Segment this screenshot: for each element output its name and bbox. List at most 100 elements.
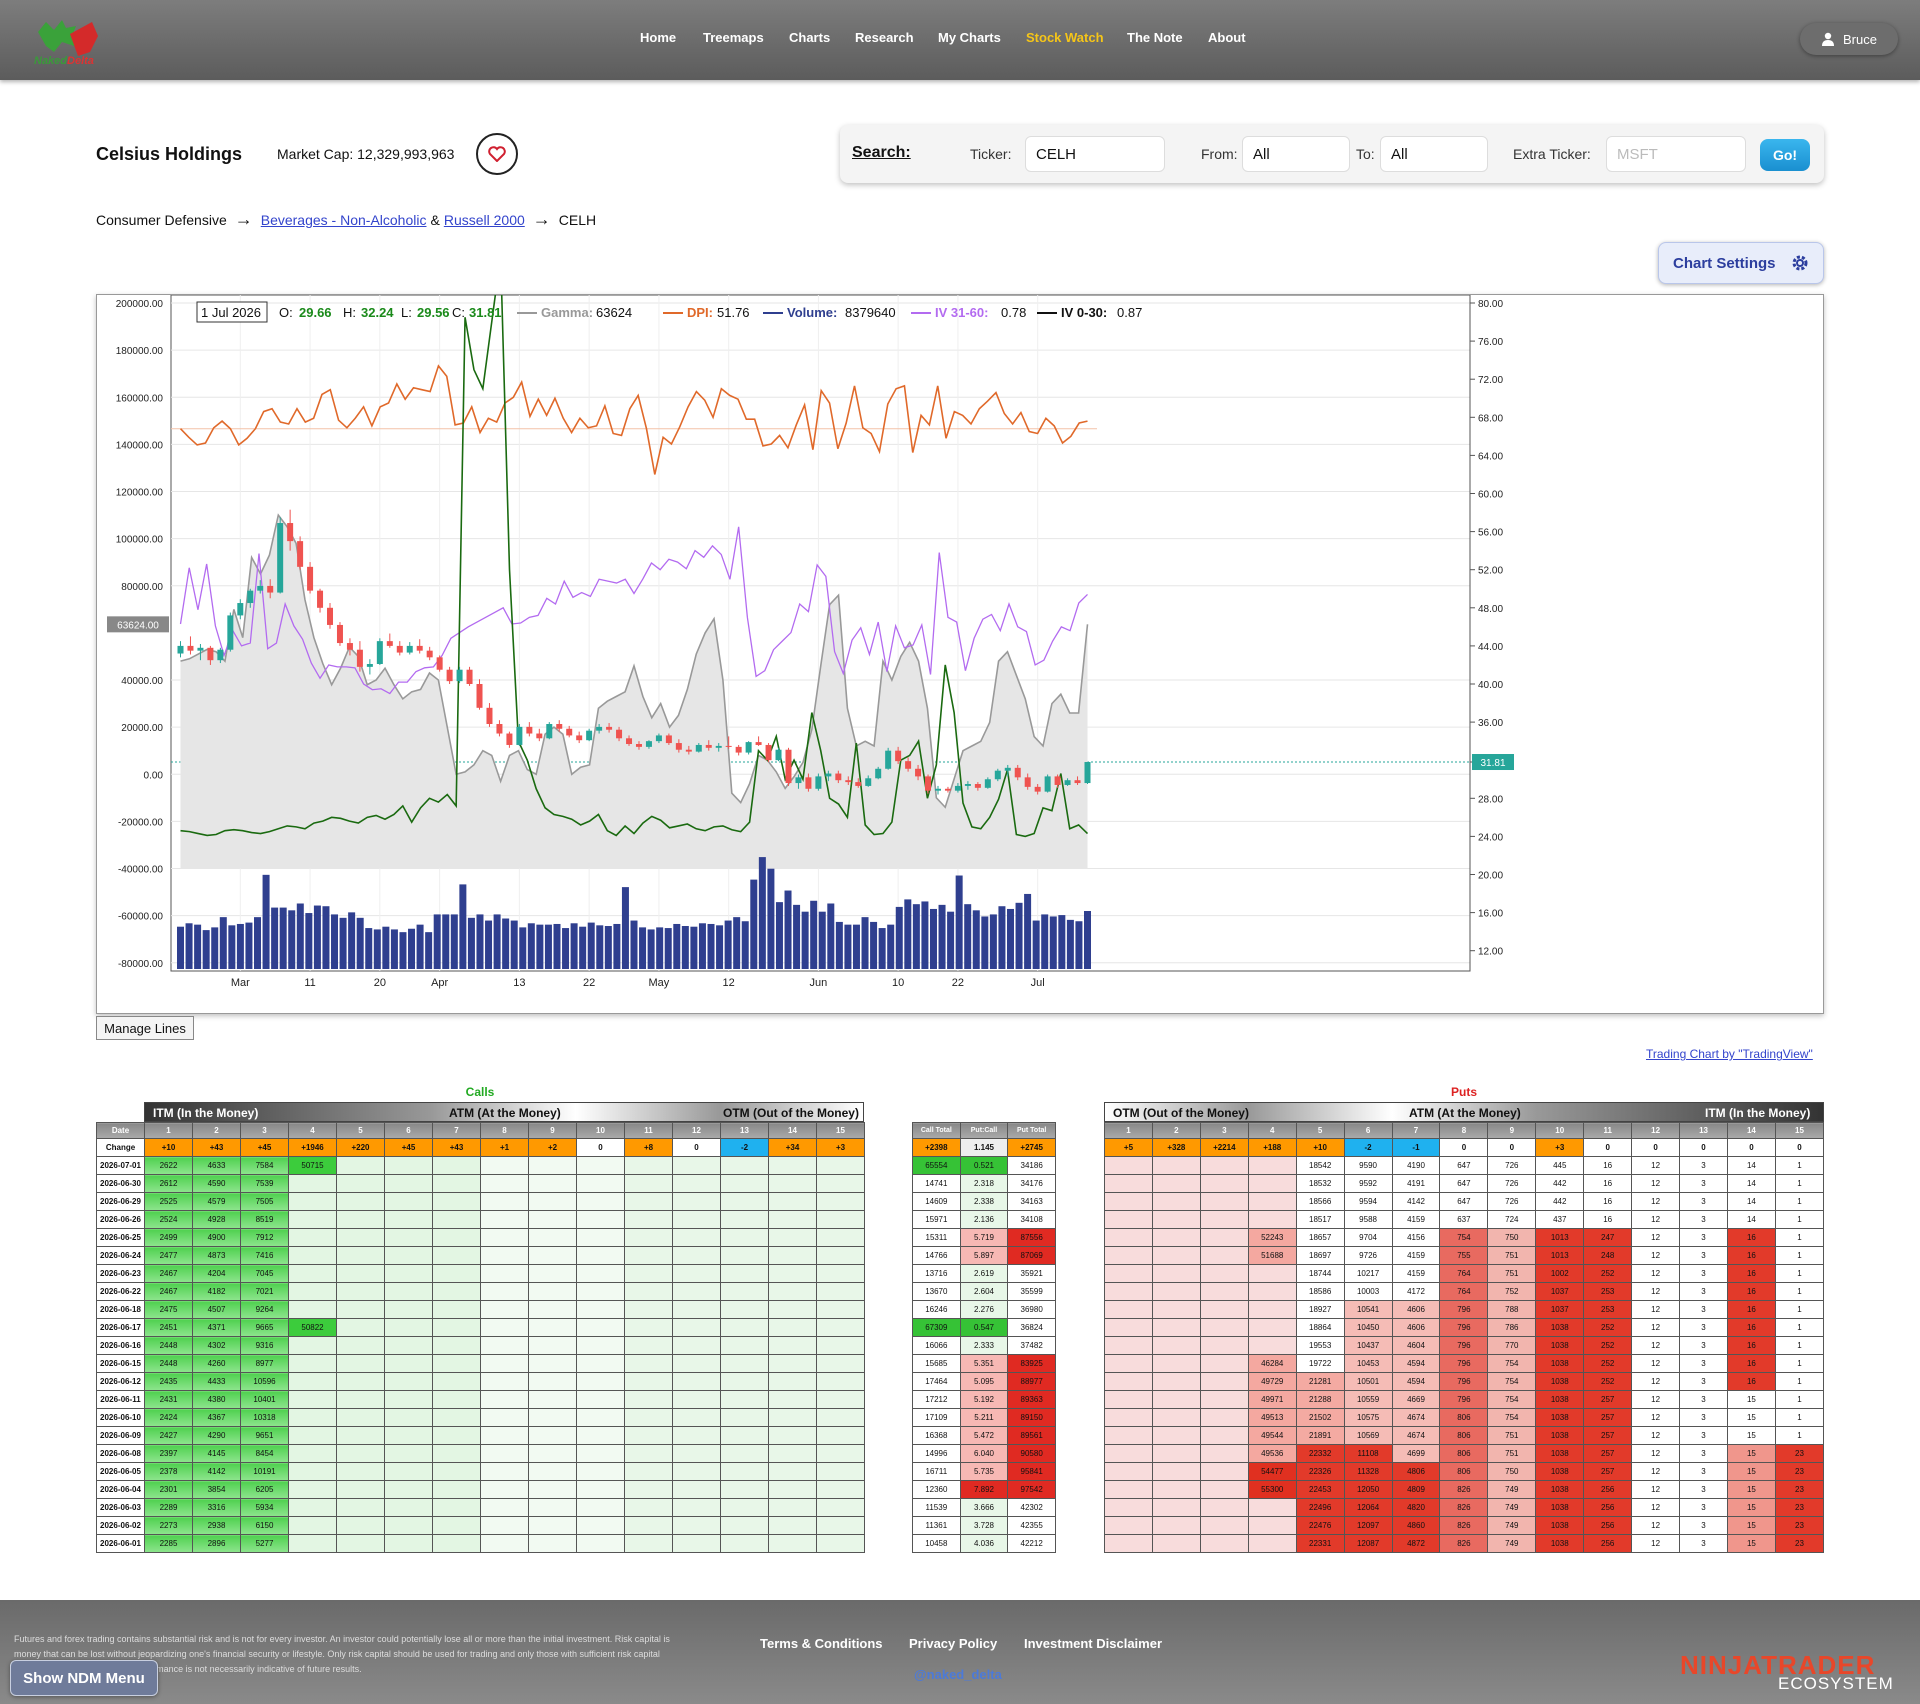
totals-table-row[interactable]: 67309 0.547 36824 [912, 1318, 1056, 1337]
calls-table-row[interactable]: 2026-06-30 2612 4590 7539 [96, 1174, 865, 1193]
from-input[interactable] [1242, 136, 1350, 172]
totals-table-row[interactable]: 15311 5.719 87556 [912, 1228, 1056, 1247]
totals-table-row[interactable]: 13670 2.604 35599 [912, 1282, 1056, 1301]
puts-table-row[interactable]: 49544 21891 10569 4674 806 751 1038 257 12 3 15 1 [1104, 1426, 1825, 1445]
calls-table-row[interactable]: 2026-07-01 2622 4633 7584 50715 [96, 1156, 865, 1175]
totals-table-row[interactable]: 16711 5.735 95841 [912, 1462, 1056, 1481]
show-ndm-menu-button[interactable]: Show NDM Menu [10, 1660, 158, 1696]
calls-table-row[interactable]: 2026-06-26 2524 4928 8519 [96, 1210, 865, 1229]
puts-table-row[interactable]: 18927 10541 4606 796 788 1037 253 12 3 16 1 [1104, 1300, 1825, 1319]
calls-table-row[interactable]: 2026-06-09 2427 4290 9651 [96, 1426, 865, 1445]
twitter-handle-link[interactable]: @naked_delta [914, 1667, 1002, 1682]
puts-table-row[interactable]: 49513 21502 10575 4674 806 754 1038 257 12 3 15 1 [1104, 1408, 1825, 1427]
puts-table-row[interactable]: 55300 22453 12050 4809 826 749 1038 256 12 3 15 23 [1104, 1480, 1825, 1499]
totals-table-row[interactable]: 15685 5.351 83925 [912, 1354, 1056, 1373]
puts-table-row[interactable]: 49729 21281 10501 4594 796 754 1038 252 12 3 16 1 [1104, 1372, 1825, 1391]
totals-table-row[interactable]: 15971 2.136 34108 [912, 1210, 1056, 1229]
ticker-input[interactable] [1025, 136, 1165, 172]
totals-table-row[interactable]: 11539 3.666 42302 [912, 1498, 1056, 1517]
left-axis-tick-label: 100000.00 [116, 535, 164, 546]
calls-table-row[interactable]: 2026-06-25 2499 4900 7912 [96, 1228, 865, 1247]
puts-table-row[interactable]: 18566 9594 4142 647 726 442 16 12 3 14 1 [1104, 1192, 1825, 1211]
puts-table-row[interactable]: 54477 22326 11328 4806 806 750 1038 257 12 3 15 23 [1104, 1462, 1825, 1481]
puts-table-row[interactable]: 18542 9590 4190 647 726 445 16 12 3 14 1 [1104, 1156, 1825, 1175]
nav-my-charts[interactable]: My Charts [938, 30, 1001, 45]
puts-table-row[interactable]: 18744 10217 4159 764 751 1002 252 12 3 16 1 [1104, 1264, 1825, 1283]
extra-ticker-input[interactable] [1606, 136, 1746, 172]
favorite-button[interactable] [476, 133, 518, 175]
puts-table-row[interactable]: 19553 10437 4604 796 770 1038 252 12 3 16 1 [1104, 1336, 1825, 1355]
candle-body [1014, 767, 1021, 778]
calls-table-row[interactable]: 2026-06-03 2289 3316 5934 [96, 1498, 865, 1517]
calls-table-row[interactable]: 2026-06-05 2378 4142 10191 [96, 1462, 865, 1481]
nav-treemaps[interactable]: Treemaps [703, 30, 764, 45]
calls-table-row[interactable]: 2026-06-12 2435 4433 10596 [96, 1372, 865, 1391]
puts-table-row[interactable]: 49536 22332 11108 4699 806 751 1038 257 12 3 15 23 [1104, 1444, 1825, 1463]
totals-table-row[interactable]: 14741 2.318 34176 [912, 1174, 1056, 1193]
candle-body [865, 778, 872, 786]
totals-table-row[interactable]: 11361 3.728 42355 [912, 1516, 1056, 1535]
totals-table-row[interactable]: 17464 5.095 88977 [912, 1372, 1056, 1391]
put-oi-cell: 15 [1726, 1480, 1776, 1499]
chart-settings-button[interactable]: Chart Settings [1658, 242, 1824, 284]
puts-table-row[interactable]: 51688 18697 9726 4159 755 751 1013 248 12 3 16 1 [1104, 1246, 1825, 1265]
breadcrumb-index-link[interactable]: Russell 2000 [444, 212, 525, 228]
nav-stock-watch[interactable]: Stock Watch [1026, 30, 1104, 45]
go-button[interactable]: Go! [1760, 139, 1810, 171]
footer-terms-link[interactable]: Terms & Conditions [760, 1636, 883, 1651]
nav-the-note[interactable]: The Note [1127, 30, 1183, 45]
nav-charts[interactable]: Charts [789, 30, 830, 45]
calls-table-row[interactable]: 2026-06-11 2431 4380 10401 [96, 1390, 865, 1409]
calls-table-row[interactable]: 2026-06-04 2301 3854 6205 [96, 1480, 865, 1499]
calls-table-row[interactable]: 2026-06-10 2424 4367 10318 [96, 1408, 865, 1427]
totals-table-row[interactable]: 14996 6.040 90580 [912, 1444, 1056, 1463]
to-input[interactable] [1380, 136, 1488, 172]
totals-table-row[interactable]: 13716 2.619 35921 [912, 1264, 1056, 1283]
calls-table-row[interactable]: 2026-06-16 2448 4302 9316 [96, 1336, 865, 1355]
calls-table-row[interactable]: 2026-06-01 2285 2896 5277 [96, 1534, 865, 1553]
totals-table-row[interactable]: 16066 2.333 37482 [912, 1336, 1056, 1355]
nav-research[interactable]: Research [855, 30, 914, 45]
calls-table-row[interactable]: 2026-06-23 2467 4204 7045 [96, 1264, 865, 1283]
totals-table-row[interactable]: 16368 5.472 89561 [912, 1426, 1056, 1445]
totals-table-row[interactable]: 17109 5.211 89150 [912, 1408, 1056, 1427]
calls-table-row[interactable]: 2026-06-08 2397 4145 8454 [96, 1444, 865, 1463]
puts-table-row[interactable]: 49971 21288 10559 4669 796 754 1038 257 12 3 15 1 [1104, 1390, 1825, 1409]
footer-disclaimer-link[interactable]: Investment Disclaimer [1024, 1636, 1162, 1651]
puts-table-row[interactable]: 18532 9592 4191 647 726 442 16 12 3 14 1 [1104, 1174, 1825, 1193]
footer-privacy-link[interactable]: Privacy Policy [909, 1636, 997, 1651]
totals-table-row[interactable]: 14766 5.897 87069 [912, 1246, 1056, 1265]
calls-table-row[interactable]: 2026-06-22 2467 4182 7021 [96, 1282, 865, 1301]
calls-table-row[interactable]: 2026-06-18 2475 4507 9264 [96, 1300, 865, 1319]
manage-lines-button[interactable]: Manage Lines [96, 1016, 194, 1040]
chart-canvas[interactable]: 200000.00 180000.00 160000.00 140000.00 1200… [97, 295, 1823, 1013]
calls-table-row[interactable]: 2026-06-17 2451 4371 9665 50822 [96, 1318, 865, 1337]
puts-table-row[interactable]: 22496 12064 4820 826 749 1038 256 12 3 15 23 [1104, 1498, 1825, 1517]
user-menu-button[interactable]: Bruce [1800, 23, 1898, 55]
calls-table-row[interactable]: 2026-06-02 2273 2938 6150 [96, 1516, 865, 1535]
totals-table-row[interactable]: 14609 2.338 34163 [912, 1192, 1056, 1211]
puts-table-row[interactable]: 22331 12087 4872 826 749 1038 256 12 3 15 23 [1104, 1534, 1825, 1553]
puts-table-row[interactable]: 18517 9588 4159 637 724 437 16 12 3 14 1 [1104, 1210, 1825, 1229]
calls-table-row[interactable]: 2026-06-24 2477 4873 7416 [96, 1246, 865, 1265]
totals-table-row[interactable]: 17212 5.192 89363 [912, 1390, 1056, 1409]
totals-table-row[interactable]: 10458 4.036 42212 [912, 1534, 1056, 1553]
nav-home[interactable]: Home [640, 30, 676, 45]
totals-table-row[interactable]: 12360 7.892 97542 [912, 1480, 1056, 1499]
puts-table-row[interactable]: 22476 12097 4860 826 749 1038 256 12 3 15 23 [1104, 1516, 1825, 1535]
totals-table-row[interactable]: 16246 2.276 36980 [912, 1300, 1056, 1319]
calls-table-row[interactable]: 2026-06-29 2525 4579 7505 [96, 1192, 865, 1211]
breadcrumb-industry-link[interactable]: Beverages - Non-Alcoholic [261, 212, 427, 228]
totals-table-row[interactable]: 65554 0.521 34186 [912, 1156, 1056, 1175]
change-cell: 0 [1774, 1138, 1825, 1157]
price-chart[interactable]: 200000.00 180000.00 160000.00 140000.00 1200… [96, 294, 1824, 1014]
puts-table-row[interactable]: 18864 10450 4606 796 786 1038 252 12 3 16 1 [1104, 1318, 1825, 1337]
puts-table-row[interactable]: 18586 10003 4172 764 752 1037 253 12 3 16 1 [1104, 1282, 1825, 1301]
puts-table-row[interactable]: 46284 19722 10453 4594 796 754 1038 252 12 3 16 1 [1104, 1354, 1825, 1373]
puts-table-row[interactable]: 52243 18657 9704 4156 754 750 1013 247 12 3 16 1 [1104, 1228, 1825, 1247]
put-total-cell: 42302 [1007, 1498, 1056, 1517]
calls-table-row[interactable]: 2026-06-15 2448 4260 8977 [96, 1354, 865, 1373]
nav-about[interactable]: About [1208, 30, 1246, 45]
candle-body [526, 726, 533, 734]
tradingview-link[interactable]: Trading Chart by "TradingView" [1646, 1047, 1813, 1061]
